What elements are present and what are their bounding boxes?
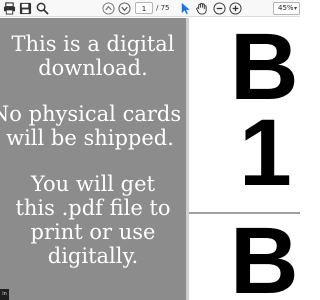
page-number-input[interactable]: 1 [135, 2, 153, 14]
zoom-value: 45% [278, 4, 294, 12]
page-total-label: / 75 [156, 4, 170, 12]
card-number: 1 [239, 100, 292, 206]
promo-line: You will get [31, 172, 155, 196]
promo-line: This is a digital [11, 32, 175, 56]
save-icon[interactable] [18, 1, 33, 16]
promo-line: download. [38, 56, 148, 80]
zoom-in-icon[interactable] [228, 1, 243, 16]
promo-line: print or use [30, 220, 156, 244]
print-icon[interactable] [2, 1, 17, 16]
pdf-toolbar: 1 / 75 45% ▾ [0, 0, 300, 17]
promo-line: this .pdf file to [15, 196, 171, 220]
bingo-card-page: B 1 B [189, 18, 300, 300]
page-up-icon[interactable] [101, 1, 116, 16]
zoom-select[interactable]: 45% ▾ [273, 2, 300, 15]
hand-icon[interactable] [194, 1, 209, 16]
select-cursor-icon[interactable] [178, 1, 193, 16]
promo-panel: This is a digital download. No physical … [0, 18, 186, 300]
page-down-icon[interactable] [117, 1, 132, 16]
search-icon[interactable] [35, 1, 50, 16]
promo-line: will be shipped. [6, 126, 174, 150]
promo-line: No physical cards [0, 102, 182, 126]
promo-text: This is a digital download. No physical … [0, 32, 186, 268]
zoom-out-icon[interactable] [212, 1, 227, 16]
corner-badge: in [0, 289, 9, 300]
card-letter-next: B [230, 208, 299, 300]
promo-line: digitally. [47, 244, 139, 268]
chevron-down-icon: ▾ [293, 5, 297, 12]
